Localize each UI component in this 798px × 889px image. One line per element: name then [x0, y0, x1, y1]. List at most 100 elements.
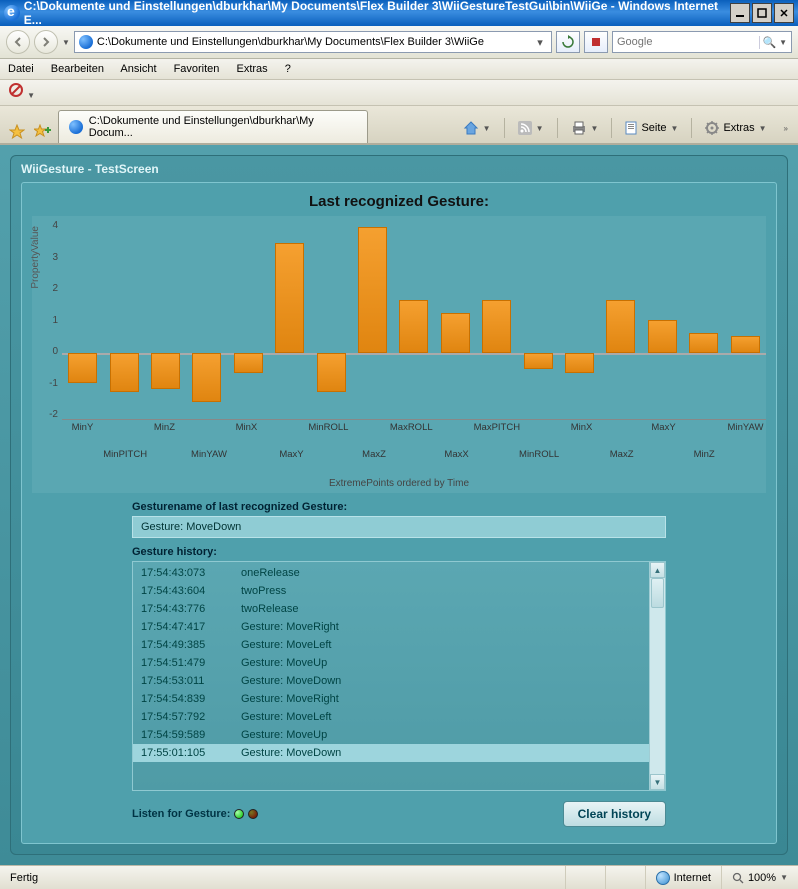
page-button[interactable]: Seite▼: [618, 117, 685, 139]
x-tick: MinYAW: [725, 420, 766, 433]
history-timestamp: 17:54:57:792: [141, 711, 241, 723]
chart: PropertyValue 43210-1-2 MinY MinZ MinX MinR…: [32, 216, 766, 493]
bar: [275, 243, 304, 352]
search-button[interactable]: 🔍: [759, 36, 779, 49]
navigation-bar: ▼ ▾ 🔍 ▼: [0, 26, 798, 59]
history-row[interactable]: 17:54:43:604twoPress: [133, 582, 665, 600]
add-favorite-button[interactable]: [32, 121, 54, 143]
x-tick: MaxY: [271, 449, 312, 460]
history-scrollbar[interactable]: ▲ ▼: [649, 562, 665, 790]
history-row[interactable]: 17:54:47:417Gesture: MoveRight: [133, 618, 665, 636]
y-axis: PropertyValue 43210-1-2: [32, 220, 62, 420]
history-list[interactable]: 17:54:43:073oneRelease17:54:43:604twoPre…: [132, 561, 666, 791]
links-bar: ▼: [0, 80, 798, 106]
y-axis-label: PropertyValue: [30, 226, 41, 289]
history-row[interactable]: 17:54:53:011Gesture: MoveDown: [133, 672, 665, 690]
history-row[interactable]: 17:54:51:479Gesture: MoveUp: [133, 654, 665, 672]
address-input[interactable]: [97, 36, 533, 48]
history-row[interactable]: 17:54:59:589Gesture: MoveUp: [133, 726, 665, 744]
x-axis-row2: MinPITCHMinYAWMaxYMaxZMaxXMinROLLMaxZMin…: [62, 449, 766, 460]
history-timestamp: 17:54:43:604: [141, 585, 241, 597]
x-tick: MinX: [226, 420, 267, 433]
x-tick: MaxZ: [601, 449, 642, 460]
bar: [648, 320, 677, 353]
x-tick: MinY: [62, 420, 103, 433]
browser-tab[interactable]: C:\Dokumente und Einstellungen\dburkhar\…: [58, 110, 368, 143]
address-dropdown[interactable]: ▾: [533, 36, 547, 49]
close-button[interactable]: [774, 3, 794, 23]
history-row[interactable]: 17:54:54:839Gesture: MoveRight: [133, 690, 665, 708]
toolbar-overflow[interactable]: »: [780, 124, 792, 133]
menu-file[interactable]: Datei: [8, 63, 34, 75]
x-tick: MaxPITCH: [474, 420, 520, 433]
history-label: Gesture history:: [132, 546, 766, 558]
history-timestamp: 17:54:54:839: [141, 693, 241, 705]
address-bar[interactable]: ▾: [74, 31, 552, 53]
menu-view[interactable]: Ansicht: [120, 63, 156, 75]
bar: [234, 353, 263, 373]
bar: [110, 353, 139, 393]
stop-button[interactable]: [584, 31, 608, 53]
history-row[interactable]: 17:54:49:385Gesture: MoveLeft: [133, 636, 665, 654]
history-row[interactable]: 17:54:43:073oneRelease: [133, 564, 665, 582]
nav-history-dropdown[interactable]: ▼: [62, 38, 70, 47]
menu-favorites[interactable]: Favoriten: [174, 63, 220, 75]
clear-history-button[interactable]: Clear history: [563, 801, 666, 827]
history-row[interactable]: 17:54:43:776twoRelease: [133, 600, 665, 618]
back-button[interactable]: [6, 30, 30, 54]
x-tick: MaxY: [643, 420, 684, 433]
page-icon: [79, 35, 93, 49]
links-dropdown[interactable]: ▼: [27, 91, 35, 100]
bar: [68, 353, 97, 383]
led-red-icon: [248, 809, 258, 819]
menu-extras[interactable]: Extras: [236, 63, 267, 75]
scroll-down-button[interactable]: ▼: [650, 774, 665, 790]
listen-indicator: Listen for Gesture:: [132, 808, 258, 820]
window-title: C:\Dokumente und Einstellungen\dburkhar\…: [24, 0, 730, 27]
history-event: Gesture: MoveRight: [241, 693, 339, 705]
history-row[interactable]: 17:54:57:792Gesture: MoveLeft: [133, 708, 665, 726]
bar: [482, 300, 511, 353]
bar: [358, 227, 387, 353]
panel-title: WiiGesture - TestScreen: [21, 162, 777, 176]
print-button[interactable]: ▼: [564, 117, 606, 139]
history-timestamp: 17:54:43:073: [141, 567, 241, 579]
x-tick: MinZ: [684, 449, 725, 460]
history-timestamp: 17:54:53:011: [141, 675, 241, 687]
search-dropdown[interactable]: ▼: [779, 38, 787, 47]
forward-button[interactable]: [34, 30, 58, 54]
history-event: Gesture: MoveDown: [241, 675, 341, 687]
window-titlebar: C:\Dokumente und Einstellungen\dburkhar\…: [0, 0, 798, 26]
plot-area: [62, 220, 766, 420]
history-row[interactable]: 17:55:01:105Gesture: MoveDown: [133, 744, 665, 762]
status-zone: Internet: [645, 866, 721, 889]
x-axis-row1: MinYMinZMinXMinROLLMaxROLLMaxPITCHMinXMa…: [62, 420, 766, 433]
home-button[interactable]: ▼: [456, 117, 498, 139]
history-timestamp: 17:54:59:589: [141, 729, 241, 741]
favorites-star-button[interactable]: [6, 121, 28, 143]
search-box[interactable]: 🔍 ▼: [612, 31, 792, 53]
menu-help[interactable]: ?: [285, 63, 291, 75]
history-timestamp: 17:54:51:479: [141, 657, 241, 669]
bar: [192, 353, 221, 403]
status-bar: Fertig Internet 100%▼: [0, 865, 798, 889]
minimize-button[interactable]: [730, 3, 750, 23]
menu-edit[interactable]: Bearbeiten: [51, 63, 104, 75]
scroll-up-button[interactable]: ▲: [650, 562, 665, 578]
scroll-thumb[interactable]: [651, 578, 664, 608]
bar: [317, 353, 346, 393]
history-event: Gesture: MoveLeft: [241, 639, 332, 651]
refresh-button[interactable]: [556, 31, 580, 53]
maximize-button[interactable]: [752, 3, 772, 23]
zoom-icon: [732, 872, 744, 884]
search-input[interactable]: [617, 36, 759, 48]
history-event: Gesture: MoveRight: [241, 621, 339, 633]
listen-label: Listen for Gesture:: [132, 808, 230, 820]
feeds-button[interactable]: ▼: [511, 117, 551, 139]
zoom-control[interactable]: 100%▼: [721, 866, 798, 889]
bar: [689, 333, 718, 353]
x-tick: MinZ: [144, 420, 185, 433]
x-tick: MinROLL: [308, 420, 349, 433]
x-axis-caption: ExtremePoints ordered by Time: [32, 478, 766, 489]
tools-button[interactable]: Extras▼: [698, 117, 773, 139]
